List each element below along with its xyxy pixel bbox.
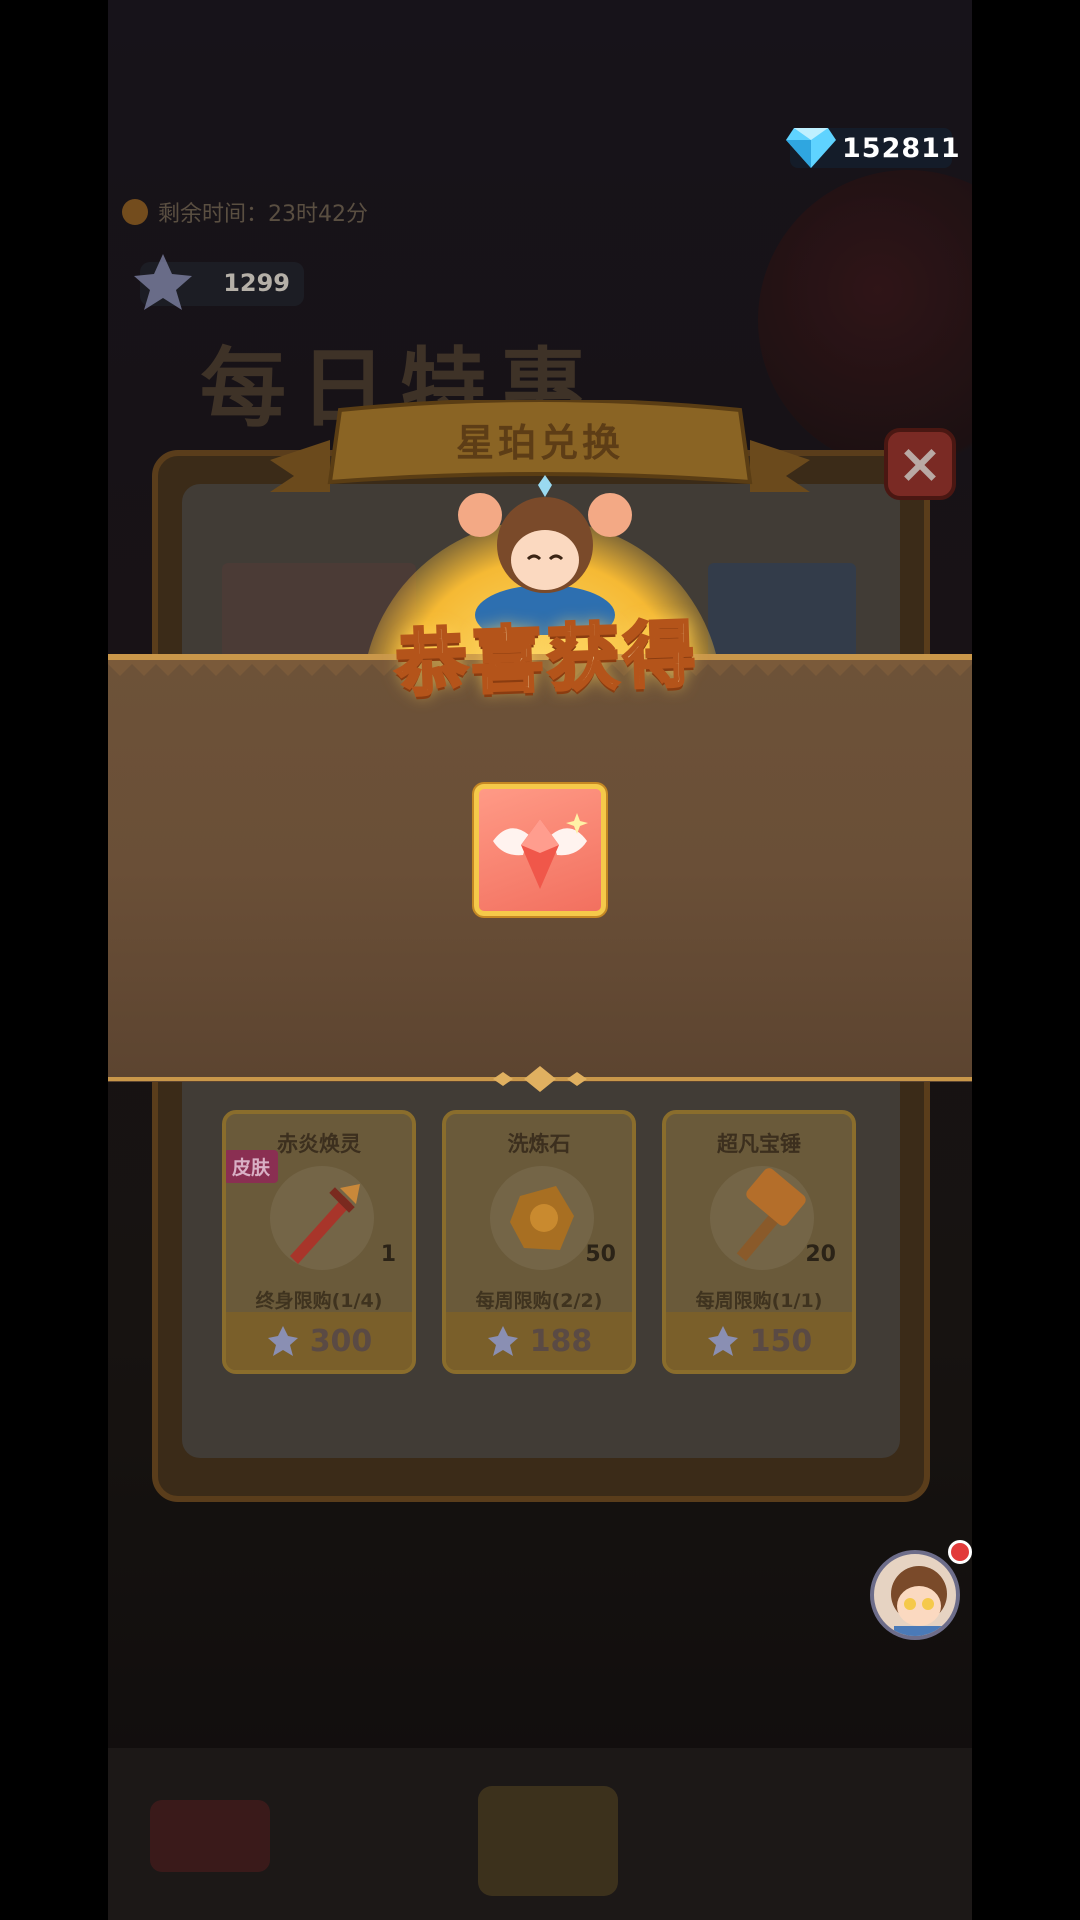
back-button[interactable] [150, 1800, 270, 1872]
product-name: 洗炼石 [507, 1132, 571, 1156]
product-price: 300 [309, 1323, 373, 1359]
product-card[interactable]: 洗炼石 50 每周限购(2/2) 188 [442, 1110, 636, 1374]
star-amber-count: 1299 [223, 269, 290, 297]
product-quantity: 20 [805, 1242, 836, 1267]
banner-bottom-trim [108, 1066, 972, 1092]
star-crystal-icon [267, 1326, 298, 1356]
star-amber-counter[interactable]: 1299 [134, 254, 304, 310]
buy-button[interactable]: 300 [226, 1312, 412, 1370]
star-crystal-icon [134, 254, 192, 310]
hammer-icon [710, 1166, 814, 1270]
buy-button[interactable]: 150 [666, 1312, 852, 1370]
purchase-limit: 终身限购(1/4) [255, 1290, 383, 1312]
product-price: 188 [529, 1323, 593, 1359]
nav-tab-active[interactable] [478, 1786, 618, 1896]
product-quantity: 1 [380, 1242, 396, 1267]
product-card[interactable]: 赤炎焕灵 皮肤 1 终身限购(1/4) 300 [222, 1110, 416, 1374]
close-icon: × [897, 432, 943, 495]
diamond-icon [786, 128, 836, 168]
clock-icon [122, 199, 148, 225]
star-crystal-icon [707, 1326, 738, 1356]
star-crystal-icon [487, 1326, 518, 1356]
notification-dot [948, 1540, 972, 1564]
product-price: 150 [749, 1323, 813, 1359]
congrats-title: 恭喜获得 [392, 610, 702, 708]
gem-count: 152811 [842, 132, 961, 164]
stone-icon [490, 1166, 594, 1270]
product-card[interactable]: 超凡宝锤 20 每周限购(1/1) 150 [662, 1110, 856, 1374]
reward-item-card[interactable] [474, 784, 606, 916]
buy-button[interactable]: 188 [446, 1312, 632, 1370]
helper-avatar-button[interactable] [870, 1550, 960, 1640]
close-button[interactable]: × [884, 428, 956, 500]
product-list: 赤炎焕灵 皮肤 1 终身限购(1/4) 300 洗炼石 50 每周限购(2/2) [222, 1110, 856, 1374]
gem-counter[interactable]: 152811 [786, 128, 960, 168]
wing-gem-icon [493, 813, 588, 889]
purchase-limit: 每周限购(1/1) [695, 1290, 823, 1312]
product-quantity: 50 [585, 1242, 616, 1267]
purchase-limit: 每周限购(2/2) [475, 1290, 603, 1312]
product-name: 超凡宝锤 [717, 1132, 801, 1156]
featured-item-slot-right [708, 563, 856, 663]
remaining-time-label: 剩余时间：23时42分 [158, 202, 368, 227]
dialog-title: 星珀兑换 [455, 421, 624, 465]
remaining-time: 剩余时间：23时42分 [122, 196, 368, 228]
sword-icon [270, 1166, 374, 1270]
